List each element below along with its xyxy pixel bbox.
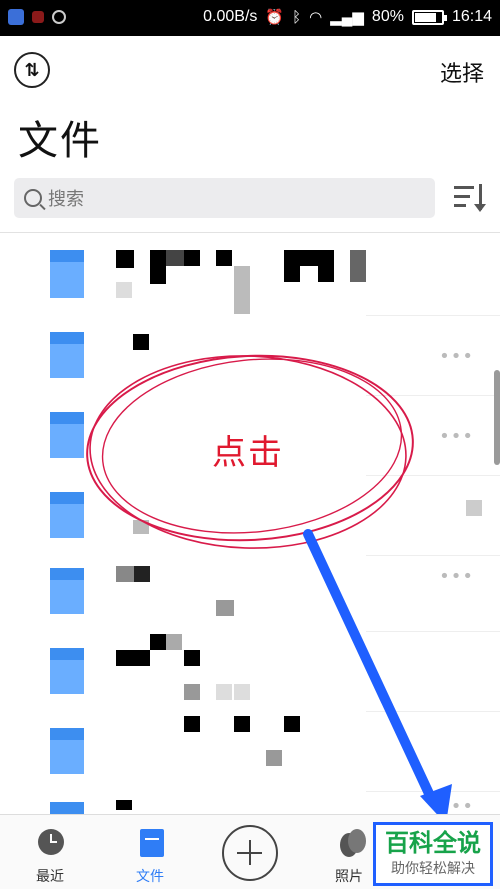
list-item[interactable]: •••	[0, 792, 500, 814]
more-options-icon[interactable]: •••	[439, 796, 474, 814]
select-button[interactable]: 选择	[440, 56, 484, 88]
list-item[interactable]	[0, 632, 500, 712]
network-speed: 0.00B/s	[203, 8, 258, 25]
list-item[interactable]	[0, 476, 500, 556]
scrollbar[interactable]	[494, 370, 500, 465]
redacted-name	[133, 334, 149, 350]
clock-time: 16:14	[451, 8, 492, 25]
wifi-icon: ◠	[309, 9, 323, 26]
battery-percent: 80%	[371, 8, 404, 25]
record-icon	[52, 10, 66, 24]
folder-icon	[50, 250, 84, 298]
folder-icon	[50, 492, 84, 538]
redacted-name	[116, 250, 134, 268]
alarm-icon: ⏰	[265, 9, 285, 26]
list-sort-icon[interactable]	[452, 184, 486, 212]
search-placeholder: 搜索	[48, 189, 84, 210]
folder-icon	[50, 332, 84, 378]
list-item[interactable]	[0, 712, 500, 792]
folder-icon	[50, 412, 84, 458]
status-bar: 0.00B/s ⏰ ᛒ ◠ ▂▄▆ 80% 16:14	[0, 0, 500, 36]
redacted-name	[466, 500, 482, 516]
tab-label: 最近	[36, 869, 64, 885]
tab-recent[interactable]: 最近	[5, 815, 95, 889]
more-options-icon[interactable]: •••	[439, 426, 474, 447]
search-input[interactable]: 搜索	[14, 178, 435, 218]
search-icon	[24, 189, 42, 207]
list-item[interactable]	[0, 236, 500, 316]
watermark-logo: 百科全说 助你轻松解决	[373, 822, 493, 886]
tab-label: 文件	[136, 869, 164, 885]
folder-icon	[50, 802, 84, 814]
list-item[interactable]: •••	[0, 552, 500, 632]
annotation-label: 点击	[212, 433, 284, 473]
watermark-title: 百科全说	[385, 829, 481, 857]
folder-icon	[50, 728, 84, 774]
redacted-name	[184, 716, 200, 732]
redacted-name	[116, 800, 132, 810]
list-item[interactable]: •••	[0, 316, 500, 396]
up-down-arrows-icon: ⇅	[24, 59, 40, 81]
signal-icon: ▂▄▆	[330, 9, 364, 26]
bluetooth-icon: ᛒ	[292, 8, 302, 26]
redacted-name	[116, 566, 134, 582]
redacted-name	[150, 634, 166, 650]
battery-icon	[411, 9, 447, 25]
file-icon	[140, 829, 164, 857]
shield-icon	[8, 9, 24, 25]
more-options-icon[interactable]: •••	[439, 346, 474, 367]
transfer-sort-button[interactable]: ⇅	[14, 52, 50, 88]
watermark-subtitle: 助你轻松解决	[391, 861, 475, 877]
folder-icon	[50, 648, 84, 694]
more-options-icon[interactable]: •••	[439, 566, 474, 587]
photo-icon	[340, 829, 368, 857]
page-title: 文件	[18, 118, 102, 164]
add-button[interactable]	[222, 825, 278, 881]
home-icon	[32, 11, 44, 23]
folder-icon	[50, 568, 84, 614]
tab-files[interactable]: 文件	[105, 815, 195, 889]
header-divider	[0, 232, 500, 233]
clock-icon	[38, 829, 64, 855]
